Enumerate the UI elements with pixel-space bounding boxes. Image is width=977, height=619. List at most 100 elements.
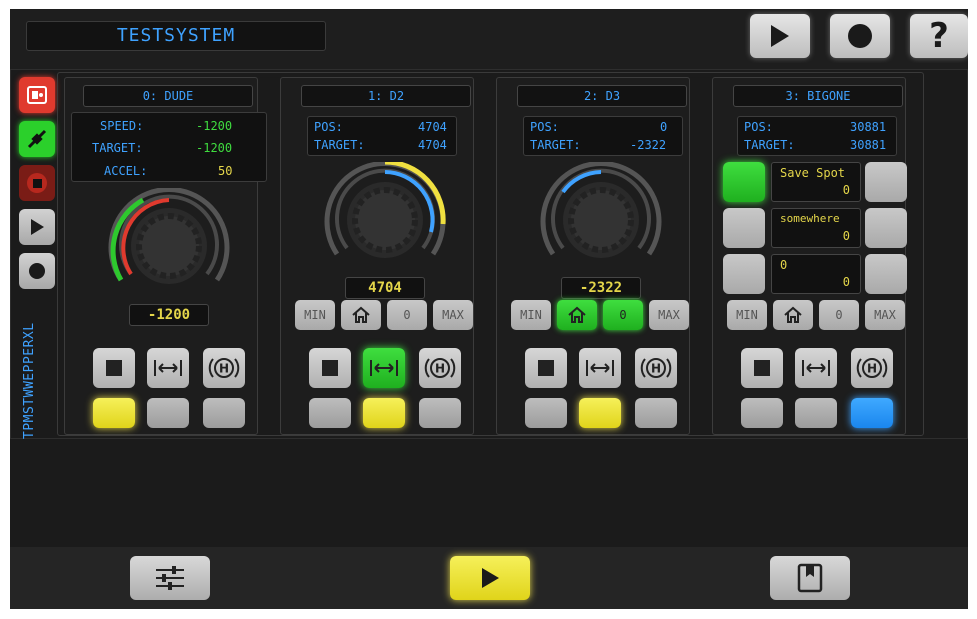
spot-go-2[interactable]: [865, 208, 907, 248]
min-button[interactable]: MIN: [295, 300, 335, 330]
target-label: TARGET:: [744, 138, 795, 152]
disconnect-button[interactable]: [19, 77, 55, 113]
toggle-2[interactable]: [795, 398, 837, 428]
position-readout: -2322: [561, 277, 641, 299]
toggle-1[interactable]: [741, 398, 783, 428]
help-icon: ?: [929, 16, 949, 56]
svg-text:H: H: [867, 362, 877, 376]
stop-motor-button[interactable]: [93, 348, 135, 388]
motor-panel-2: 2: D3 POS: 0 TARGET: -2322 -2322 MIN 0 M…: [496, 77, 690, 435]
accel-label: ACCEL:: [104, 164, 148, 178]
max-button[interactable]: MAX: [433, 300, 473, 330]
stop-motor-button[interactable]: [525, 348, 567, 388]
pos-label: POS:: [744, 120, 773, 134]
range-button[interactable]: [363, 348, 405, 388]
pos-value: 4704: [418, 120, 447, 134]
spot-value: 0: [842, 183, 850, 197]
spot-1[interactable]: Save Spot 0: [771, 162, 861, 202]
range-icon: [802, 360, 830, 376]
motor-info: POS: 30881 TARGET: 30881: [737, 116, 897, 156]
min-button[interactable]: MIN: [727, 300, 767, 330]
home-button[interactable]: [557, 300, 597, 330]
zero-button[interactable]: 0: [819, 300, 859, 330]
play-button[interactable]: [750, 14, 810, 58]
stop-motor-button[interactable]: [309, 348, 351, 388]
target-label: TARGET:: [92, 141, 143, 155]
app-window: TESTSYSTEM ? TPMSTWWEPPERXL 0: DUDE SPEE…: [10, 9, 968, 609]
svg-text:H: H: [435, 362, 445, 376]
run-button[interactable]: [450, 556, 530, 600]
target-value: 4704: [418, 138, 447, 152]
play-icon: [481, 568, 499, 588]
spot-go-3[interactable]: [865, 254, 907, 294]
target-value: 30881: [850, 138, 887, 152]
settings-button[interactable]: [130, 556, 210, 600]
toggle-1[interactable]: [525, 398, 567, 428]
home-button[interactable]: [773, 300, 813, 330]
hold-icon: H: [856, 358, 888, 378]
range-button[interactable]: [795, 348, 837, 388]
disconnect-icon: [27, 86, 47, 104]
stop-icon: [754, 360, 770, 376]
hold-button[interactable]: H: [203, 348, 245, 388]
hold-button[interactable]: H: [419, 348, 461, 388]
toggle-3[interactable]: [635, 398, 677, 428]
motor-name: 2: D3: [517, 85, 687, 107]
bookmarks-button[interactable]: [770, 556, 850, 600]
svg-text:H: H: [651, 362, 661, 376]
play-icon: [30, 219, 44, 235]
record-button[interactable]: [830, 14, 890, 58]
range-button[interactable]: [147, 348, 189, 388]
record-icon: [848, 24, 872, 48]
connect-button[interactable]: [19, 121, 55, 157]
target-label: TARGET:: [530, 138, 581, 152]
pos-label: POS:: [530, 120, 559, 134]
help-button[interactable]: ?: [910, 14, 968, 58]
position-dial[interactable]: [323, 162, 447, 272]
spot-select-3[interactable]: [723, 254, 765, 294]
spot-go-1[interactable]: [865, 162, 907, 202]
toggle-2[interactable]: [147, 398, 189, 428]
target-value: -2322: [630, 138, 667, 152]
zero-button[interactable]: 0: [387, 300, 427, 330]
position-readout: -1200: [129, 304, 209, 326]
motor-info: POS: 4704 TARGET: 4704: [307, 116, 457, 156]
zero-button[interactable]: 0: [603, 300, 643, 330]
stop-button[interactable]: [19, 165, 55, 201]
toggle-3[interactable]: [419, 398, 461, 428]
home-icon: [352, 306, 370, 323]
toggle-1[interactable]: [309, 398, 351, 428]
spot-select-2[interactable]: [723, 208, 765, 248]
range-icon: [586, 360, 614, 376]
device-label: TPMSTWWEPPERXL: [22, 322, 37, 439]
stop-icon: [322, 360, 338, 376]
range-icon: [370, 360, 398, 376]
hold-button[interactable]: H: [635, 348, 677, 388]
min-button[interactable]: MIN: [511, 300, 551, 330]
toggle-1[interactable]: [93, 398, 135, 428]
toggle-2[interactable]: [579, 398, 621, 428]
spot-name: somewhere: [780, 212, 840, 225]
target-label: TARGET:: [314, 138, 365, 152]
spot-2[interactable]: somewhere 0: [771, 208, 861, 248]
stop-motor-button[interactable]: [741, 348, 783, 388]
spot-name: 0: [780, 258, 788, 272]
spot-value: 0: [842, 275, 850, 289]
toggle-3[interactable]: [203, 398, 245, 428]
svg-text:H: H: [219, 362, 229, 376]
max-button[interactable]: MAX: [865, 300, 905, 330]
pos-value: 0: [660, 120, 668, 134]
speed-dial[interactable]: [107, 188, 231, 298]
motor-name: 3: BIGONE: [733, 85, 903, 107]
top-bar: TESTSYSTEM ?: [10, 9, 968, 69]
position-dial[interactable]: [539, 162, 663, 272]
spot-3[interactable]: 0 0: [771, 254, 861, 294]
hold-button[interactable]: H: [851, 348, 893, 388]
max-button[interactable]: MAX: [649, 300, 689, 330]
play-icon: [771, 25, 789, 47]
range-button[interactable]: [579, 348, 621, 388]
spot-select-1[interactable]: [723, 162, 765, 202]
toggle-3[interactable]: [851, 398, 893, 428]
toggle-2[interactable]: [363, 398, 405, 428]
home-button[interactable]: [341, 300, 381, 330]
